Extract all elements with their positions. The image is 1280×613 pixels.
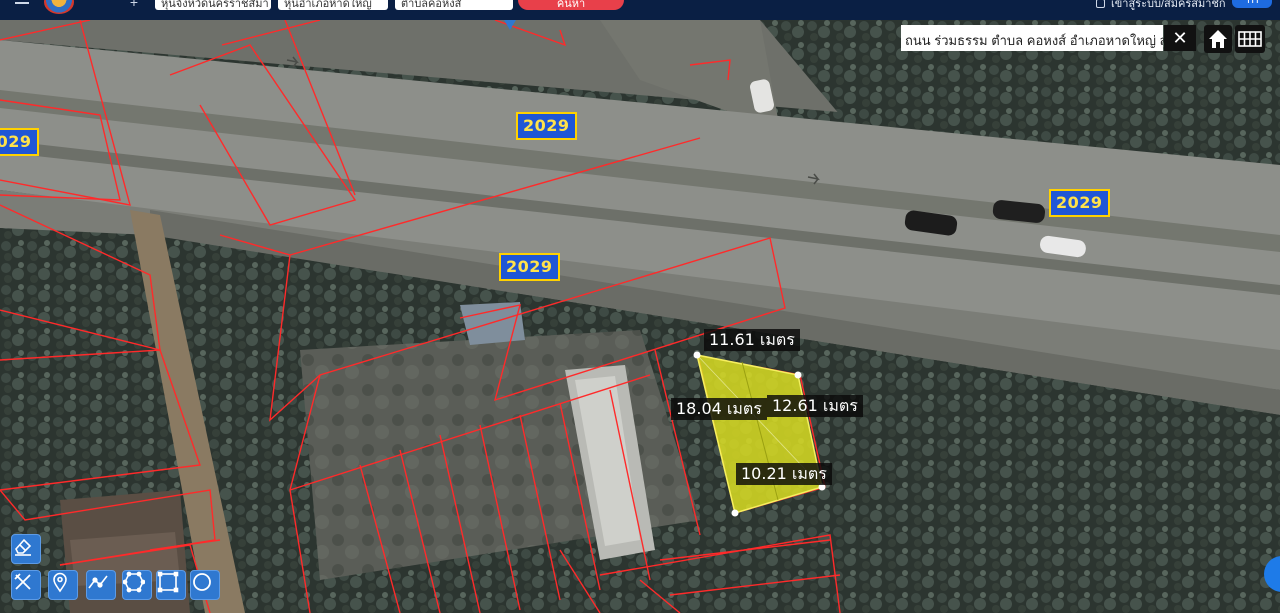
eraser-icon[interactable] <box>11 534 41 564</box>
province-select[interactable]: หุ่นจังหวัดนครราชสีมา <box>155 0 271 10</box>
rectangle-icon[interactable] <box>156 570 186 600</box>
pin-icon[interactable] <box>48 570 78 600</box>
road-label: 2029 <box>1049 189 1110 217</box>
satellite-imagery <box>0 20 1280 613</box>
user-icon <box>1096 0 1105 8</box>
login-label: เข้าสู่ระบบ/สมัครสมาชิก <box>1111 0 1226 10</box>
close-icon[interactable]: ✕ <box>1164 25 1196 51</box>
plus-icon[interactable]: + <box>128 0 140 10</box>
measurement-label-left: 18.04 เมตร <box>671 398 767 420</box>
app: + หุ่นจังหวัดนครราชสีมา หุ่นอำเภอหาดใหญ่… <box>0 0 1280 613</box>
polygon-icon[interactable] <box>122 570 152 600</box>
measurement-label-right: 12.61 เมตร <box>767 395 863 417</box>
measurement-label-top: 11.61 เมตร <box>704 329 800 351</box>
search-button[interactable]: ค้นหา <box>518 0 624 10</box>
menu-icon[interactable] <box>12 0 34 10</box>
district-select[interactable]: หุ่นอำเภอหาดใหญ่ <box>278 0 388 10</box>
measure-cross-icon[interactable] <box>11 570 41 600</box>
language-button[interactable]: TH <box>1232 0 1272 8</box>
address-search-input[interactable]: ถนน ร่วมธรรม ตำบล คอหงส์ อำเภอหาดใหญ่ สง… <box>901 25 1163 51</box>
road-label: 2029 <box>499 253 560 281</box>
top-bar: + หุ่นจังหวัดนครราชสีมา หุ่นอำเภอหาดใหญ่… <box>0 0 1280 20</box>
logo[interactable] <box>44 0 74 14</box>
login-link[interactable]: เข้าสู่ระบบ/สมัครสมาชิก <box>1096 0 1226 10</box>
circle-icon[interactable] <box>190 570 220 600</box>
polyline-icon[interactable] <box>86 570 116 600</box>
road-label: 2029 <box>516 112 577 140</box>
measurement-label-bottom: 10.21 เมตร <box>736 463 832 485</box>
grid-icon[interactable] <box>1235 25 1265 53</box>
road-label: 2029 <box>0 128 39 156</box>
map-view[interactable]: 2029 2029 2029 2029 11.61 เมตร 18.04 เมต… <box>0 20 1280 613</box>
subdistrict-select[interactable]: ตำบลคอหงส์ <box>395 0 513 10</box>
home-icon[interactable] <box>1204 25 1232 53</box>
